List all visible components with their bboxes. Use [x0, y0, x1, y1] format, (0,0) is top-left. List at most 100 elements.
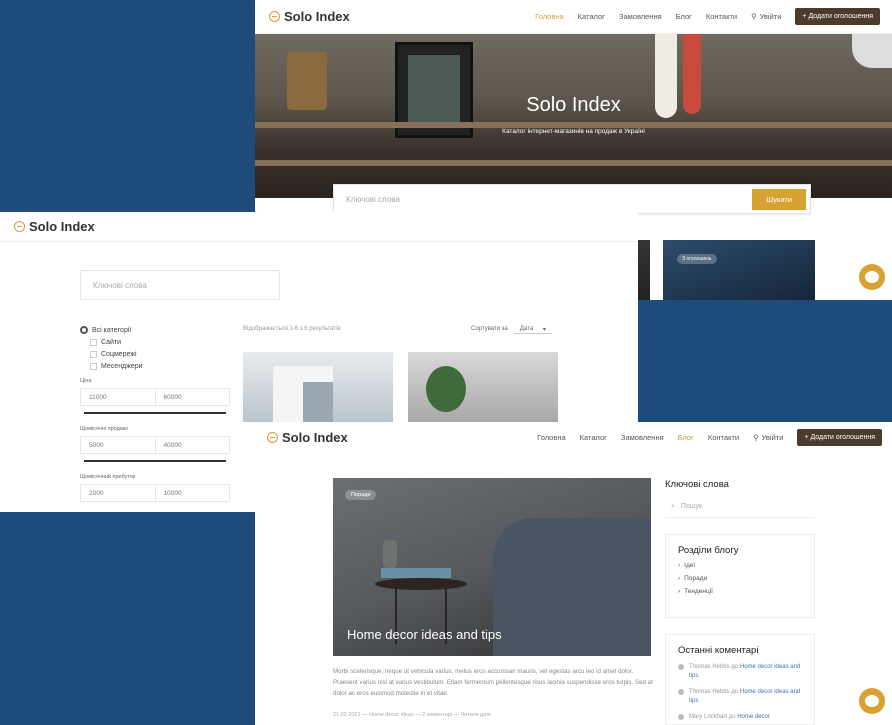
category-checkbox[interactable]: Сайти — [80, 339, 230, 346]
search-button[interactable]: Шукати — [752, 188, 806, 210]
sidebar-recent-comments: Останні коментарі Thomas Hebbs до Home d… — [665, 634, 815, 725]
catalog-filters: Всі категорії Сайти Соцмережі Месенджери… — [80, 326, 230, 502]
comment-post-link[interactable]: Home decor — [737, 714, 770, 720]
sort-select[interactable]: Дата ▾ — [513, 326, 552, 334]
keyword-input[interactable]: Ключові слова — [346, 195, 400, 204]
home-header: Solo Index Головна Каталог Замовлення Бл… — [255, 0, 892, 34]
radio-icon — [80, 326, 88, 334]
sidebar-comments-title: Останні коментарі — [678, 645, 759, 656]
category-checkbox[interactable]: Месенджери — [80, 363, 230, 370]
logo[interactable]: Solo Index — [269, 9, 350, 24]
sales-max-input[interactable]: 40000 — [154, 437, 230, 453]
sidebar-sections-title: Розділи блогу — [678, 545, 739, 556]
price-max-input[interactable]: 60000 — [154, 389, 230, 405]
featured-post[interactable]: Поради Home decor ideas and tips — [333, 478, 651, 656]
globe-icon — [267, 431, 278, 443]
chevron-right-icon: › — [678, 562, 681, 569]
comment-preposition: до — [731, 689, 739, 695]
category-checkbox[interactable]: Соцмережі — [80, 351, 230, 358]
sort-value: Дата — [519, 326, 534, 332]
comment-item[interactable]: Thomas Hebbs до Home decor ideas and tip… — [678, 688, 802, 706]
comment-icon — [678, 664, 684, 670]
category-label: Сайти — [101, 339, 122, 346]
logo-text: Solo Index — [282, 429, 348, 445]
price-range-inputs: 11000 60000 — [80, 388, 230, 406]
nav-blog[interactable]: Блог — [678, 433, 694, 442]
add-listing-button[interactable]: + Додати оголошення — [795, 8, 880, 25]
sidebar-section-item[interactable]: › Поради — [678, 575, 802, 582]
nav-orders[interactable]: Замовлення — [619, 12, 662, 21]
building-shadow — [303, 382, 333, 422]
sort-control: Сортувати за Дата ▾ — [471, 326, 552, 334]
add-listing-label: Додати оголошення — [808, 13, 873, 20]
sidebar-search-input[interactable]: ⌕ Пошук — [665, 500, 815, 518]
chevron-right-icon: › — [678, 575, 681, 582]
logo[interactable]: Solo Index — [14, 219, 95, 234]
profit-min-input[interactable]: 2000 — [81, 485, 155, 501]
section-label: Ідеї — [684, 562, 696, 569]
category-label: Месенджери — [101, 363, 143, 370]
logo[interactable]: Solo Index — [267, 430, 348, 445]
listing-image[interactable] — [243, 352, 393, 422]
comment-icon — [678, 714, 684, 720]
price-filter-label: Ціна — [80, 378, 92, 384]
catalog-header: Solo Index — [0, 212, 638, 242]
card-badge: З оголошень — [677, 254, 717, 264]
hero-banner: Solo Index Каталог інтернет-магазинів на… — [255, 34, 892, 198]
checkbox-icon — [90, 363, 97, 370]
logo-text: Solo Index — [29, 219, 95, 234]
comment-item[interactable]: Thomas Hebbs до Home decor ideas and tip… — [678, 663, 802, 681]
login-link[interactable]: ⚲ Увійти — [753, 433, 783, 442]
category-all-radio[interactable]: Всі категорії — [80, 326, 230, 334]
post-meta[interactable]: 21.02.2021 — Home decor ideas — 2 комент… — [333, 712, 491, 718]
nav-home[interactable]: Головна — [537, 433, 566, 442]
nav-contacts[interactable]: Контакти — [706, 12, 737, 21]
nav-orders[interactable]: Замовлення — [621, 433, 664, 442]
user-icon: ⚲ — [751, 12, 757, 21]
category-label: Всі категорії — [92, 326, 132, 334]
search-placeholder: Ключові слова — [93, 280, 147, 290]
nav-contacts[interactable]: Контакти — [708, 433, 739, 442]
main-nav: Головна Каталог Замовлення Блог Контакти… — [537, 428, 882, 446]
listing-card[interactable]: З оголошень — [663, 240, 815, 300]
section-label: Поради — [684, 575, 708, 582]
category-label: Соцмережі — [101, 351, 137, 358]
comment-preposition: до — [731, 664, 739, 670]
post-category-tag[interactable]: Поради — [345, 490, 377, 500]
checkbox-icon — [90, 351, 97, 358]
blog-header: Solo Index Головна Каталог Замовлення Бл… — [255, 422, 892, 452]
nav-home[interactable]: Головна — [535, 12, 564, 21]
add-listing-button[interactable]: + Додати оголошення — [797, 428, 882, 446]
profit-max-input[interactable]: 10000 — [154, 485, 230, 501]
comment-item[interactable]: Mary Lockhart до Home decor — [678, 713, 802, 722]
nav-blog[interactable]: Блог — [676, 12, 692, 21]
login-link[interactable]: ⚲ Увійти — [751, 12, 781, 21]
price-min-input[interactable]: 11000 — [81, 389, 155, 405]
add-listing-label: Додати оголошення — [810, 433, 875, 441]
sofa-image — [493, 518, 651, 656]
book-image — [381, 568, 451, 578]
logo-text: Solo Index — [284, 9, 350, 24]
listing-image[interactable] — [408, 352, 558, 422]
sales-range-slider[interactable] — [84, 460, 226, 462]
sidebar-section-item[interactable]: › Тенденції — [678, 588, 802, 595]
search-icon: ⌕ — [671, 503, 675, 510]
sidebar-section-item[interactable]: › Ідеї — [678, 562, 802, 569]
post-title[interactable]: Home decor ideas and tips — [347, 627, 502, 642]
nav-catalog[interactable]: Каталог — [578, 12, 605, 21]
vase-image — [383, 540, 397, 568]
sales-min-input[interactable]: 5000 — [81, 437, 155, 453]
post-excerpt: Morbi scelerisque, neque ut vehicula var… — [333, 668, 653, 697]
messenger-icon — [865, 695, 879, 707]
catalog-search-input[interactable]: Ключові слова — [80, 270, 280, 300]
profit-range-inputs: 2000 10000 — [80, 484, 230, 502]
comment-preposition: до — [728, 714, 736, 720]
sales-range-inputs: 5000 40000 — [80, 436, 230, 454]
price-range-slider[interactable] — [84, 412, 226, 414]
chevron-right-icon: › — [678, 588, 681, 595]
messenger-chat-button[interactable] — [859, 688, 885, 714]
sort-label: Сортувати за — [471, 326, 508, 332]
messenger-chat-button[interactable] — [859, 264, 885, 290]
nav-catalog[interactable]: Каталог — [580, 433, 607, 442]
coffee-table-image — [375, 578, 467, 590]
